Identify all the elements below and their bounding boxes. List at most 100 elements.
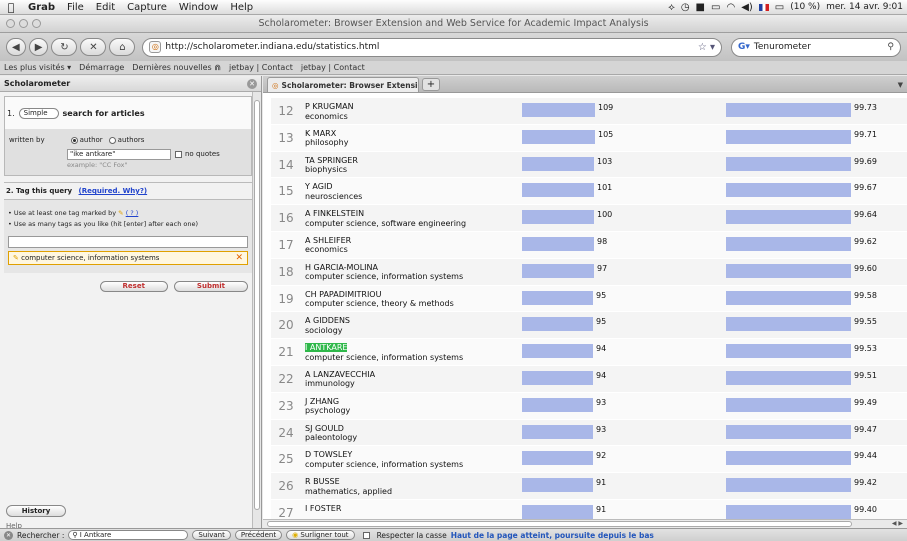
author-name[interactable]: A LANZAVECCHIA (305, 370, 375, 380)
back-button[interactable]: ◀ (6, 38, 26, 56)
bookmark-most-visited[interactable]: Les plus visités ▾ (4, 63, 71, 72)
submit-button[interactable]: Submit (173, 281, 248, 292)
author-name[interactable]: Y AGID (305, 182, 362, 192)
search-value: Tenurometer (753, 42, 811, 52)
highlight-all-button[interactable]: ◉ Surligner tout (286, 530, 355, 540)
menu-capture[interactable]: Capture (121, 2, 173, 13)
tab-list-icon[interactable]: ▼ (898, 81, 903, 89)
site-favicon-icon: ◎ (149, 41, 162, 53)
tag-chip[interactable]: ✎ computer science, information systems … (8, 251, 248, 265)
tab-scholarometer[interactable]: ◎ Scholarometer: Browser Extension... ✕ (267, 77, 419, 92)
close-sidebar-icon[interactable]: ✕ (247, 78, 257, 89)
url-bar[interactable]: ◎ http://scholarometer.indiana.edu/stati… (142, 37, 722, 57)
search-bar[interactable]: G▾ Tenurometer ⚲ (731, 37, 901, 57)
find-next-button[interactable]: Suivant (192, 530, 231, 540)
wifi-icon[interactable]: ◠ (726, 2, 735, 13)
reset-button[interactable]: Reset (99, 281, 168, 292)
pencil-icon: ✎ (118, 209, 124, 217)
reload-button[interactable]: ↻ (51, 38, 78, 56)
find-previous-button[interactable]: Précédent (234, 530, 283, 540)
app-status-icon[interactable]: ■ (696, 2, 705, 13)
rank-number: 12 (278, 104, 294, 118)
h-index-bar (522, 504, 593, 519)
author-name-text: I ANTKARE (305, 343, 348, 353)
author-name[interactable]: I FOSTER (305, 504, 341, 514)
tag-help-link[interactable]: ( ? ) (126, 209, 139, 217)
h-index-bar (522, 290, 593, 305)
google-icon[interactable]: G▾ (738, 42, 750, 52)
rank-number: 19 (278, 291, 294, 306)
scroll-arrows-icon[interactable]: ◀ ▶ (892, 520, 903, 527)
author-name[interactable]: A FINKELSTEIN (305, 209, 466, 219)
bookmark-latest-news[interactable]: Dernières nouvelles ⋒ (132, 63, 221, 72)
sidebar-scroll-thumb[interactable] (254, 100, 260, 510)
h-index-value: 100 (597, 210, 613, 220)
h-index-value: 91 (596, 504, 607, 514)
clock[interactable]: mer. 14 avr. 9:01 (826, 2, 903, 12)
no-quotes-checkbox[interactable] (175, 150, 182, 158)
bluetooth-icon[interactable]: ⟡ (668, 2, 675, 13)
author-name[interactable]: R BUSSE (305, 477, 392, 487)
authors-label: authors (117, 136, 145, 144)
menu-edit[interactable]: Edit (90, 2, 121, 13)
author-input[interactable]: "ike antkare" (67, 148, 171, 160)
required-why-link[interactable]: (Required. Why?) (79, 187, 148, 195)
author-name[interactable]: I ANTKARE (305, 343, 463, 353)
french-flag-icon[interactable] (758, 3, 769, 11)
percentile-bar (726, 451, 851, 466)
table-row: 15 Y AGID neurosciences 101 99.67 (271, 177, 907, 205)
display-icon[interactable]: ▭ (711, 2, 720, 13)
author-name[interactable]: J ZHANG (305, 397, 350, 407)
menu-help[interactable]: Help (224, 2, 259, 13)
new-tab-button[interactable]: + (422, 78, 440, 91)
h-index-value: 98 (597, 236, 608, 246)
bookmark-star-icon[interactable]: ☆ ▾ (698, 42, 715, 53)
tag-query-heading: 2. Tag this query (Required. Why?) (4, 182, 252, 200)
percentile-value: 99.40 (854, 504, 877, 514)
time-machine-icon[interactable]: ◷ (681, 2, 690, 13)
home-button[interactable]: ⌂ (109, 38, 136, 56)
horizontal-scrollbar[interactable]: ◀ ▶ (263, 519, 907, 528)
battery-percent: (10 %) (790, 2, 821, 12)
bookmark-jetbay-1[interactable]: jetbay | Contact (229, 63, 293, 72)
match-case-checkbox[interactable] (362, 531, 370, 539)
author-name[interactable]: SJ GOULD (305, 424, 357, 434)
menu-grab[interactable]: Grab (22, 2, 61, 13)
close-findbar-icon[interactable]: ✕ (4, 530, 13, 540)
author-name[interactable]: H GARCIA-MOLINA (305, 263, 463, 273)
author-name[interactable]: P KRUGMAN (305, 102, 354, 112)
author-name[interactable]: D TOWSLEY (305, 450, 463, 460)
search-icon[interactable]: ⚲ (887, 42, 894, 52)
sidebar-scrollbar[interactable] (252, 92, 261, 528)
author-name[interactable]: A GIDDENS (305, 316, 350, 326)
bookmark-jetbay-2[interactable]: jetbay | Contact (301, 63, 365, 72)
find-bar: ✕ Rechercher : ⚲ I Antkare Suivant Précé… (0, 528, 907, 541)
author-name[interactable]: K MARX (305, 129, 348, 139)
history-button[interactable]: History (6, 505, 66, 517)
percentile-bar (726, 478, 851, 493)
search-mode-select[interactable]: Simple (18, 107, 59, 119)
remove-tag-icon[interactable]: ✕ (235, 253, 243, 264)
apple-icon[interactable]:  (0, 1, 22, 14)
percentile-bar (726, 263, 851, 278)
table-row: 26 R BUSSE mathematics, applied 91 99.42 (271, 472, 907, 499)
author-name[interactable]: TA SPRINGER (305, 156, 358, 166)
author-field: economics (305, 111, 348, 121)
author-radio[interactable] (70, 136, 78, 144)
author-cell: I ANTKARE computer science, information s… (305, 343, 463, 362)
horizontal-scroll-thumb[interactable] (267, 521, 852, 527)
author-name[interactable]: A SHLEIFER (305, 236, 351, 246)
menu-window[interactable]: Window (173, 2, 224, 13)
battery-icon[interactable]: ▭ (775, 2, 784, 13)
authors-radio[interactable] (108, 136, 116, 144)
bookmark-getting-started[interactable]: Démarrage (79, 63, 124, 72)
find-input[interactable]: ⚲ I Antkare (68, 530, 189, 540)
forward-button[interactable]: ▶ (28, 38, 49, 56)
author-name[interactable]: CH PAPADIMITRIOU (305, 290, 454, 300)
volume-icon[interactable]: ◀) (741, 2, 753, 13)
stop-button[interactable]: ✕ (80, 38, 107, 56)
tag-instruction-1: • Use at least one tag marked by ✎ ( ? ) (8, 208, 248, 219)
h-index-value: 95 (596, 290, 607, 300)
menu-file[interactable]: File (61, 2, 90, 13)
tag-input[interactable] (8, 236, 248, 248)
